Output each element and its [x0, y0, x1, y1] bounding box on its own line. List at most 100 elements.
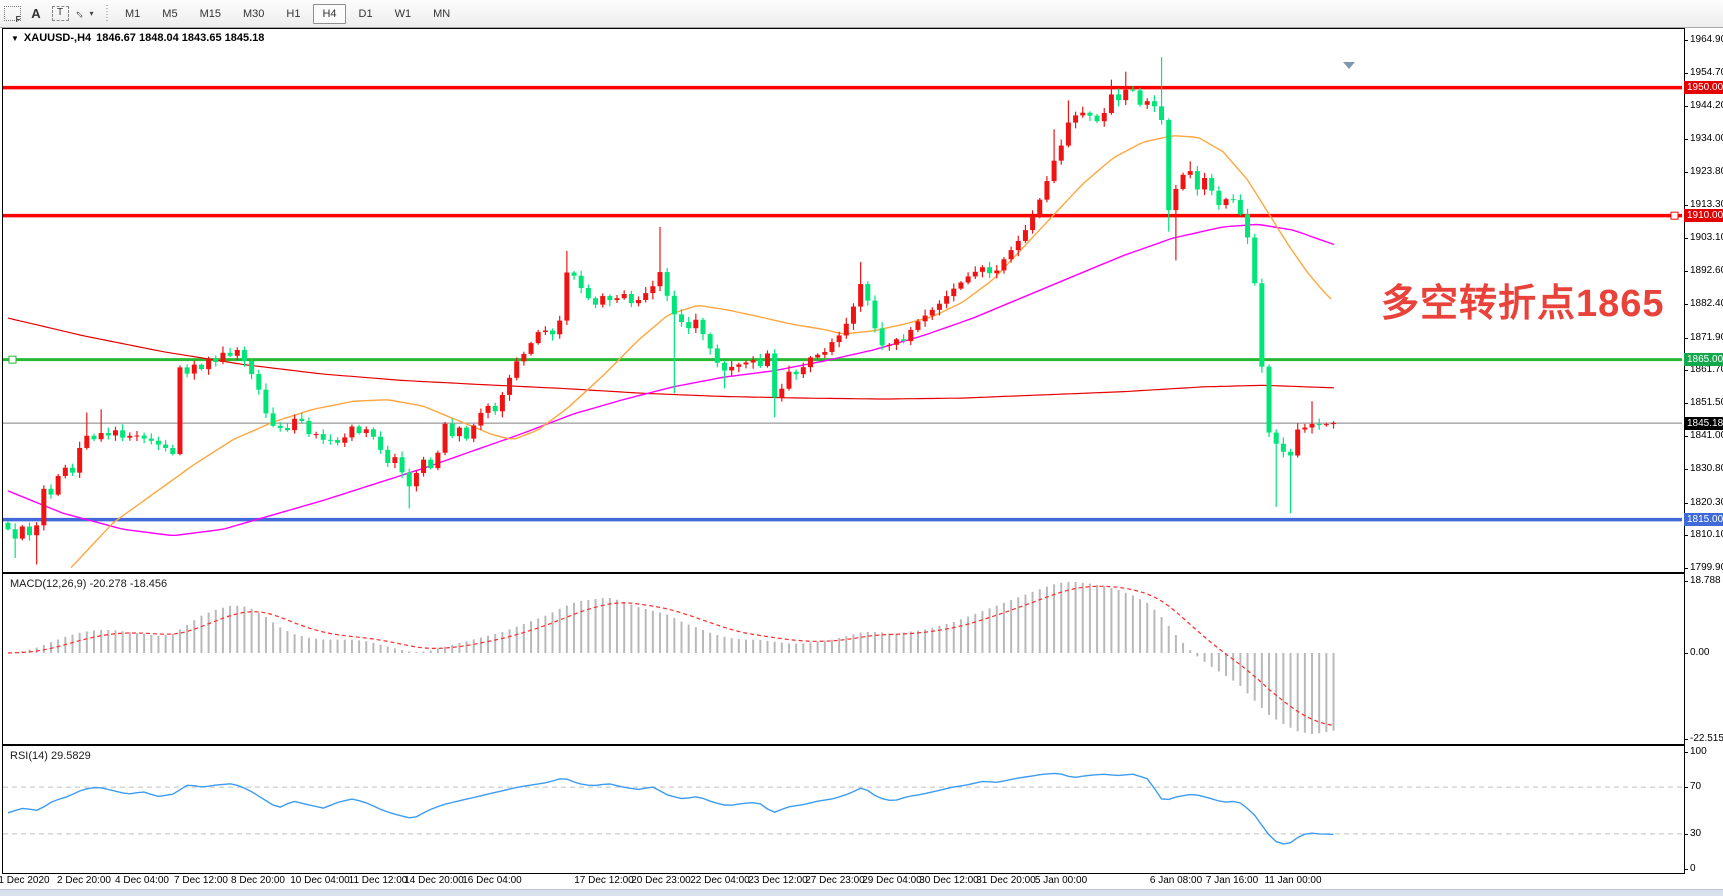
rsi-pane[interactable]: RSI(14) 29.5829	[2, 745, 1685, 874]
price-tick: 1830.80	[1690, 463, 1723, 474]
time-label: 6 Jan 08:00	[1150, 875, 1202, 886]
axis-tick	[1684, 739, 1688, 740]
tf-button-W1[interactable]: W1	[386, 4, 421, 24]
price-tick: 1799.90	[1690, 562, 1723, 573]
price-tick: 1820.30	[1690, 497, 1723, 508]
tf-button-M5[interactable]: M5	[153, 4, 186, 24]
axis-tick	[1684, 653, 1688, 654]
macd-tick: 18.788	[1690, 575, 1721, 586]
axis-tick	[1684, 535, 1688, 536]
toolbar: F A T ⇔▾ M1M5M15M30H1H4D1W1MN	[0, 0, 1723, 28]
macd-pane[interactable]: MACD(12,26,9) -20.278 -18.456	[2, 573, 1685, 745]
rsi-label: RSI(14) 29.5829	[10, 750, 91, 762]
time-label: 2 Dec 20:00	[57, 875, 111, 886]
time-label: 7 Jan 16:00	[1206, 875, 1258, 886]
time-axis[interactable]: 1 Dec 20202 Dec 20:004 Dec 04:007 Dec 12…	[0, 874, 1723, 888]
tf-button-M30[interactable]: M30	[234, 4, 273, 24]
axis-tick	[1684, 304, 1688, 305]
price-badge-1845.18: 1845.18	[1684, 417, 1723, 430]
time-label: 30 Dec 12:00	[919, 875, 979, 886]
axis-tick	[1684, 436, 1688, 437]
symbol-info: ▼ XAUUSD-,H4 1846.67 1848.04 1843.65 184…	[11, 32, 264, 44]
time-label: 31 Dec 20:00	[976, 875, 1036, 886]
text-box-icon[interactable]: T	[49, 4, 71, 24]
tf-button-H1[interactable]: H1	[277, 4, 309, 24]
timeframe-buttons: M1M5M15M30H1H4D1W1MN	[114, 4, 461, 24]
time-label: 7 Dec 12:00	[174, 875, 228, 886]
time-label: 27 Dec 23:00	[805, 875, 865, 886]
time-label: 29 Dec 04:00	[862, 875, 922, 886]
scroll-to-end-icon[interactable]	[1343, 62, 1355, 69]
rsi-tick: 0	[1690, 863, 1696, 874]
text-label-icon[interactable]: A	[25, 4, 47, 24]
axis-tick	[1684, 139, 1688, 140]
toolbar-grip[interactable]	[106, 5, 108, 23]
price-tick: 1923.80	[1690, 166, 1723, 177]
dropdown-caret-icon[interactable]: ▾	[89, 9, 93, 18]
time-label: 14 Dec 20:00	[404, 875, 464, 886]
price-tick: 1934.00	[1690, 133, 1723, 144]
price-tick: 1944.20	[1690, 100, 1723, 111]
axis-tick	[1684, 338, 1688, 339]
rsi-line	[8, 773, 1334, 844]
tf-button-M15[interactable]: M15	[191, 4, 230, 24]
tf-button-H4[interactable]: H4	[313, 4, 345, 24]
price-badge-1910.00: 1910.00	[1684, 209, 1723, 222]
price-axis[interactable]: 1964.901954.701944.201934.001923.801913.…	[1684, 28, 1723, 873]
rsi-canvas[interactable]	[3, 746, 1682, 871]
time-label: 20 Dec 23:00	[631, 875, 691, 886]
indicators-f-icon[interactable]: F	[1, 4, 23, 24]
axis-tick	[1684, 271, 1688, 272]
axis-tick	[1684, 106, 1688, 107]
axis-tick	[1684, 581, 1688, 582]
price-tick: 1841.00	[1690, 430, 1723, 441]
axis-tick	[1684, 787, 1688, 788]
macd-tick: -22.515	[1690, 733, 1723, 744]
time-label: 22 Dec 04:00	[690, 875, 750, 886]
candles-group	[6, 57, 1337, 564]
symbol-caret-icon[interactable]: ▼	[11, 34, 19, 43]
hline-handle[interactable]	[1671, 212, 1678, 219]
axis-tick	[1684, 403, 1688, 404]
price-tick: 1810.10	[1690, 529, 1723, 540]
axis-tick	[1684, 238, 1688, 239]
axis-tick	[1684, 40, 1688, 41]
tf-button-MN[interactable]: MN	[424, 4, 459, 24]
tf-button-D1[interactable]: D1	[350, 4, 382, 24]
time-label: 23 Dec 12:00	[748, 875, 808, 886]
rsi-tick: 100	[1690, 746, 1707, 757]
symbol-name: XAUUSD-,H4	[24, 32, 91, 44]
time-label: 11 Dec 12:00	[349, 875, 408, 886]
time-label: 10 Dec 04:00	[290, 875, 350, 886]
hline-handle[interactable]	[9, 356, 16, 363]
time-label: 16 Dec 04:00	[462, 875, 522, 886]
main-chart-pane[interactable]: ▼ XAUUSD-,H4 1846.67 1848.04 1843.65 184…	[2, 28, 1685, 573]
time-label: 11 Jan 00:00	[1264, 875, 1321, 886]
price-badge-1865.00: 1865.00	[1684, 353, 1723, 366]
axis-tick	[1684, 752, 1688, 753]
macd-canvas[interactable]	[3, 574, 1682, 742]
axis-tick	[1684, 503, 1688, 504]
arrows-tool-icon[interactable]: ⇔▾	[73, 4, 95, 24]
price-tick: 1892.60	[1690, 265, 1723, 276]
axis-tick	[1684, 73, 1688, 74]
time-label: 4 Dec 04:00	[115, 875, 169, 886]
mt4-window: F A T ⇔▾ M1M5M15M30H1H4D1W1MN ▼ XAUUSD-,…	[0, 0, 1723, 896]
rsi-tick: 30	[1690, 828, 1701, 839]
macd-tick: 0.00	[1690, 647, 1709, 658]
time-label: 17 Dec 12:00	[574, 875, 634, 886]
tf-button-M1[interactable]: M1	[116, 4, 149, 24]
rsi-tick: 70	[1690, 781, 1701, 792]
price-tick: 1851.50	[1690, 397, 1723, 408]
chart-annotation-text[interactable]: 多空转折点1865	[1381, 272, 1665, 327]
price-tick: 1871.90	[1690, 332, 1723, 343]
price-tick: 1903.10	[1690, 232, 1723, 243]
axis-tick	[1684, 205, 1688, 206]
axis-tick	[1684, 172, 1688, 173]
symbol-quotes: 1846.67 1848.04 1843.65 1845.18	[96, 32, 264, 44]
ma-orange	[71, 136, 1331, 568]
price-badge-1950.00: 1950.00	[1684, 81, 1723, 94]
axis-tick	[1684, 469, 1688, 470]
status-bar	[0, 889, 1723, 896]
ma-magenta	[8, 225, 1334, 536]
